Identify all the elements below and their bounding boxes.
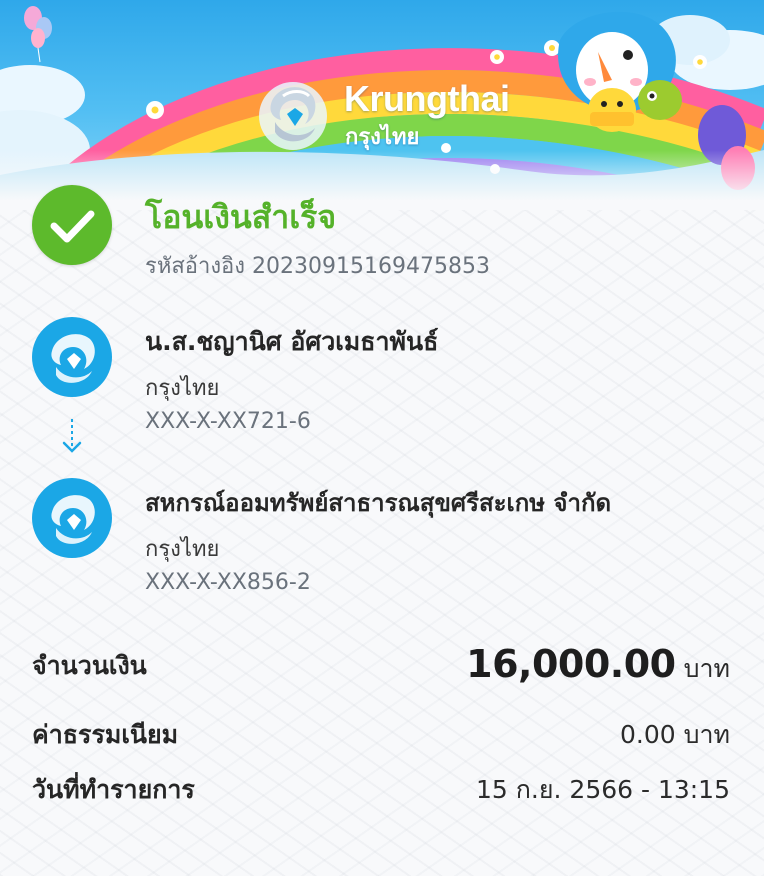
brand-name-thai: กรุงไทย (345, 125, 420, 150)
fee-label: ค่าธรรมเนียม (32, 720, 179, 749)
amount-label: จำนวนเงิน (32, 651, 147, 680)
receiver-name: สหกรณ์ออมทรัพย์สาธารณสุขศรีสะเกษ จำกัด (145, 489, 612, 517)
date-label: วันที่ทำรายการ (32, 775, 195, 804)
check-circle-icon (32, 185, 112, 265)
amount-value: 16,000.00 (466, 642, 676, 686)
date-value: 15 ก.ย. 2566 - 13:15 (476, 775, 730, 804)
krungthai-logo-icon (253, 74, 333, 154)
dino-mascot-illustration (638, 80, 682, 120)
sender-account: XXX-X-XX721-6 (145, 409, 311, 434)
arrow-down-dashed-icon (60, 417, 84, 457)
reference-number: รหัสอ้างอิง 20230915169475853 (145, 254, 490, 279)
fee-value: 0.00 บาท (620, 720, 730, 749)
amount-unit: บาท (683, 654, 730, 683)
transfer-status-title: โอนเงินสำเร็จ (145, 198, 337, 236)
brand-name-english: Krungthai (344, 78, 510, 119)
chick-mascot-illustration (588, 88, 636, 132)
sender-name: น.ส.ชญานิศ อัศวเมธาพันธ์ (145, 327, 439, 356)
receiver-bank-logo-icon (32, 478, 112, 558)
receiver-bank: กรุงไทย (145, 537, 220, 562)
banner-fade (0, 150, 764, 210)
receiver-account: XXX-X-XX856-2 (145, 570, 311, 595)
amount-value-row: 16,000.00 บาท (466, 642, 730, 689)
sender-bank: กรุงไทย (145, 376, 220, 401)
sender-bank-logo-icon (32, 317, 112, 397)
